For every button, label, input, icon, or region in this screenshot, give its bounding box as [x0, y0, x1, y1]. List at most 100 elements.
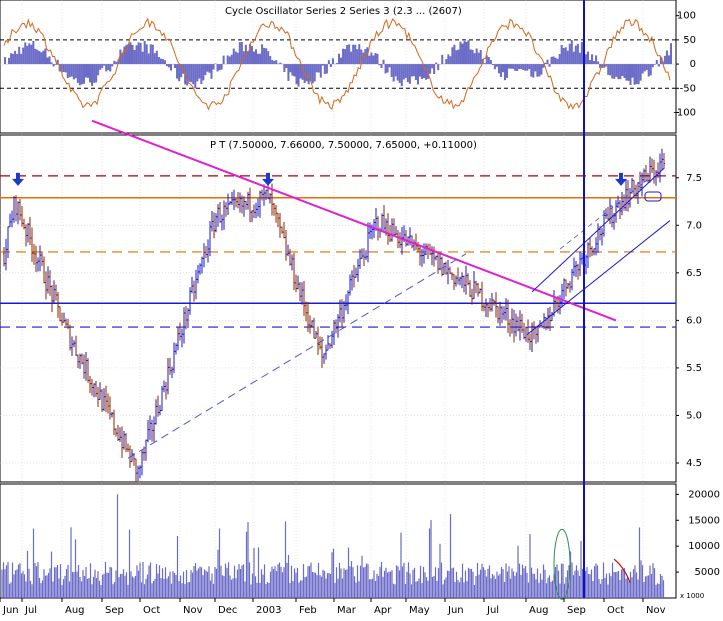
oscillator-bar	[265, 48, 268, 65]
oscillator-bar	[259, 53, 262, 65]
oscillator-bar	[167, 64, 170, 68]
oscillator-bar	[493, 64, 496, 70]
oscillator-bar	[449, 56, 452, 65]
oscillator-bar	[408, 64, 411, 84]
oscillator-bar	[390, 64, 393, 77]
oscillator-bar	[20, 53, 23, 65]
oscillator-bar	[532, 64, 535, 78]
oscillator-bar	[572, 51, 575, 65]
oscillator-bar	[319, 64, 322, 78]
oscillator-bar	[621, 64, 624, 77]
oscillator-bar	[8, 57, 11, 65]
oscillator-bar	[12, 53, 15, 65]
oscillator-bar	[396, 64, 399, 81]
oscillator-bar	[327, 60, 330, 65]
oscillator-bar	[467, 40, 470, 65]
oscillator-bar	[84, 64, 87, 78]
oscillator-bar	[512, 64, 515, 69]
oscillator-bar	[222, 55, 225, 65]
oscillator-panel: 100500-50-100	[0, 11, 696, 118]
x-tick-label: Feb	[299, 605, 317, 616]
oscillator-bar	[95, 64, 98, 83]
oscillator-bar	[584, 54, 587, 65]
oscillator-bar	[263, 47, 266, 65]
oscillator-bar	[546, 59, 549, 65]
oscillator-bar	[165, 64, 168, 67]
x-tick-label: Dec	[218, 605, 237, 616]
oscillator-bar	[528, 64, 531, 70]
oscillator-bar	[255, 49, 258, 65]
oscillator-bar	[86, 64, 90, 78]
oscillator-tick: 50	[683, 35, 696, 46]
oscillator-bar	[503, 64, 507, 81]
oscillator-bar	[653, 64, 656, 65]
oscillator-bar	[269, 56, 272, 65]
oscillator-tick: 100	[677, 11, 696, 22]
oscillator-bar	[273, 60, 276, 65]
oscillator-bar	[538, 64, 541, 77]
oscillator-bar	[252, 51, 256, 65]
oscillator-bar	[459, 41, 462, 65]
oscillator-bar	[190, 64, 193, 83]
oscillator-bar	[437, 64, 440, 71]
oscillator-bar	[447, 54, 450, 65]
oscillator-bar	[534, 64, 537, 72]
oscillator-bar	[137, 42, 140, 65]
price-panel: 7.5 7.0 6.5 6.0 5.5 5.0 4.5	[0, 119, 702, 483]
oscillator-bar	[64, 64, 67, 73]
oscillator-bar	[297, 64, 300, 87]
oscillator-bar	[473, 53, 476, 65]
oscillator-bar	[418, 64, 421, 77]
oscillator-bar	[595, 55, 598, 65]
oscillator-bar	[477, 52, 480, 65]
oscillator-bar	[655, 60, 658, 65]
oscillator-bar	[667, 55, 670, 65]
oscillator-bar	[93, 64, 96, 83]
oscillator-bar	[311, 64, 314, 84]
oscillator-bar	[210, 64, 213, 79]
oscillator-bar	[510, 64, 513, 69]
oscillator-bar	[80, 64, 83, 85]
oscillator-bar	[220, 64, 223, 70]
oscillator-bar	[261, 44, 264, 65]
oscillator-bar	[105, 64, 108, 72]
oscillator-bar	[368, 55, 371, 65]
oscillator-bar	[62, 64, 65, 73]
oscillator-bar	[24, 42, 27, 65]
oscillator-bar	[145, 44, 148, 65]
oscillator-bar	[293, 64, 296, 77]
oscillator-bar	[123, 46, 126, 65]
oscillator-bar	[218, 64, 221, 71]
oscillator-bar	[151, 44, 154, 65]
oscillator-bar	[44, 48, 47, 65]
oscillator-bar	[216, 64, 219, 72]
oscillator-bar	[461, 43, 464, 65]
oscillator-bar	[414, 64, 417, 81]
oscillator-bar	[645, 64, 648, 71]
oscillator-bar	[392, 64, 395, 82]
oscillator-bar	[356, 49, 359, 65]
oscillator-bar	[204, 64, 207, 76]
oscillator-bar	[623, 64, 626, 78]
oscillator-bar	[412, 64, 415, 77]
oscillator-bar	[386, 64, 389, 73]
oscillator-bar	[593, 61, 596, 65]
oscillator-bar	[560, 44, 563, 65]
oscillator-bar	[536, 64, 539, 77]
volume-tick: 20000	[688, 489, 720, 500]
oscillator-bar	[540, 64, 543, 75]
oscillator-bar	[562, 48, 565, 65]
oscillator-bar	[196, 64, 199, 82]
oscillator-bar	[402, 64, 405, 80]
oscillator-bar	[285, 64, 288, 69]
price-frame	[0, 134, 677, 483]
oscillator-bar	[329, 64, 332, 67]
oscillator-bar	[331, 58, 334, 65]
x-tick-label: Apr	[374, 605, 392, 616]
price-tick: 6.0	[686, 315, 702, 326]
oscillator-bar	[305, 64, 308, 82]
oscillator-bar	[208, 64, 211, 73]
oscillator-bar	[200, 64, 203, 84]
oscillator-bar	[149, 44, 152, 65]
price-title: P T (7.50000, 7.66000, 7.50000, 7.65000,…	[210, 140, 477, 151]
